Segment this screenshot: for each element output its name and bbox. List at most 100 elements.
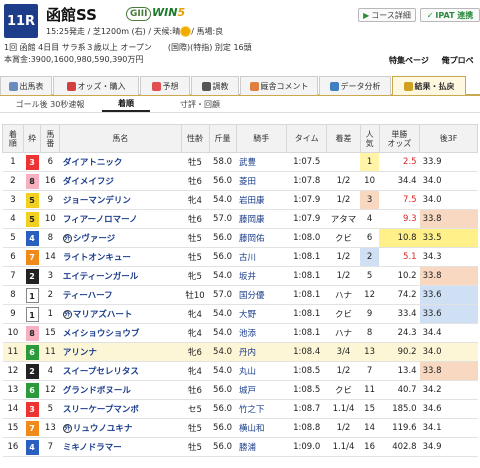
table-row: 8 1 2 ティーハーフ 牡10 57.0 国分優 1:08.1 ハナ 12 74.2 33.6	[2, 285, 478, 305]
waku-badge: 2	[25, 268, 39, 284]
horse-name[interactable]: 外マリアズハート	[59, 304, 182, 324]
horse-name[interactable]: ダイアトニック	[59, 152, 182, 172]
horse-name[interactable]: グランドボヌール	[59, 380, 182, 400]
tab-target[interactable]: 予想	[140, 76, 190, 95]
jockey-name[interactable]: 藤岡康	[236, 209, 287, 229]
waku-cell: 4	[23, 437, 41, 457]
win-odds: 9.3	[379, 209, 420, 229]
table-row: 12 2 4 スイープセレリタス 牝4 54.0 丸山 1:08.5 1/2 7 13.4 33.8	[2, 361, 478, 381]
finish-time: 1:08.0	[286, 228, 327, 248]
jockey-name[interactable]: 菱田	[236, 171, 287, 191]
margin: 1/2	[326, 247, 361, 267]
horse-name[interactable]: フィアーノロマーノ	[59, 209, 182, 229]
waku-cell: 7	[23, 418, 41, 438]
jockey-name[interactable]: 丸山	[236, 361, 287, 381]
column-header: 人気	[359, 124, 380, 153]
jockey-name[interactable]: 横山和	[236, 418, 287, 438]
column-header[interactable]: タイム	[285, 124, 328, 153]
tab-ticket[interactable]: オッズ・購入	[53, 76, 139, 95]
waku-badge: 4	[25, 439, 39, 455]
win-odds: 10.2	[379, 266, 420, 286]
finish-time: 1:09.0	[286, 437, 327, 457]
waku-badge: 3	[25, 154, 39, 170]
oreprope-link[interactable]: 俺プロペ	[442, 56, 474, 65]
tab-stopwatch[interactable]: 調教	[191, 76, 239, 95]
finish-time: 1:08.5	[286, 361, 327, 381]
column-header[interactable]: 単勝 オッズ	[378, 124, 421, 153]
tab-table[interactable]: 出馬表	[0, 76, 52, 95]
finish-position: 13	[2, 380, 24, 400]
ticket-icon	[66, 81, 76, 91]
horse-name[interactable]: 外リュウノユキナ	[59, 418, 182, 438]
column-header: 後3F	[419, 124, 478, 153]
jockey-name[interactable]: 池添	[236, 323, 287, 343]
last-3f: 33.8	[419, 209, 478, 229]
ipat-link-button[interactable]: ✓ IPAT 連携	[420, 8, 480, 22]
comment-icon	[249, 81, 259, 91]
margin: ハナ	[326, 323, 361, 343]
horse-number: 15	[40, 323, 60, 343]
horse-number: 11	[40, 342, 60, 362]
popularity: 12	[360, 285, 380, 305]
horse-name[interactable]: スイープセレリタス	[59, 361, 182, 381]
waku-cell: 7	[23, 247, 41, 267]
horse-name[interactable]: アリンナ	[59, 342, 182, 362]
course-detail-button[interactable]: ▶ コース詳細	[358, 8, 416, 22]
jockey-name[interactable]: 大野	[236, 304, 287, 324]
subtab-30sec[interactable]: ゴール後 30秒速報	[0, 96, 100, 112]
popularity: 7	[360, 361, 380, 381]
popularity: 10	[360, 171, 380, 191]
popularity: 11	[360, 380, 380, 400]
prize-money: 本賞金:3900,1600,980,590,390万円	[4, 55, 144, 64]
waku-badge: 7	[25, 249, 39, 265]
flag-icon: ▶	[363, 10, 370, 20]
subtab-order[interactable]: 着順	[102, 96, 150, 112]
stopwatch-icon	[201, 81, 211, 91]
horse-name[interactable]: ティーハーフ	[59, 285, 182, 305]
waku-badge: 8	[25, 325, 39, 341]
margin: 1.1/4	[326, 437, 361, 457]
win-odds: 7.5	[379, 190, 420, 210]
margin: クビ	[326, 228, 361, 248]
column-header: 枠	[22, 124, 42, 153]
jockey-name[interactable]: 城戸	[236, 380, 287, 400]
horse-name[interactable]: ライトオンキュー	[59, 247, 182, 267]
jockey-name[interactable]: 武豊	[236, 152, 287, 172]
waku-badge: 3	[25, 401, 39, 417]
jockey-name[interactable]: 古川	[236, 247, 287, 267]
jockey-name[interactable]: 丹内	[236, 342, 287, 362]
column-header: 斤量	[208, 124, 237, 153]
jockey-name[interactable]: 坂井	[236, 266, 287, 286]
last-3f: 34.6	[419, 399, 478, 419]
horse-name[interactable]: ミキノドラマー	[59, 437, 182, 457]
jockey-name[interactable]: 岩田康	[236, 190, 287, 210]
finish-position: 15	[2, 418, 24, 438]
finish-position: 9	[2, 304, 24, 324]
horse-name[interactable]: ジョーマンデリン	[59, 190, 182, 210]
race-name: 函館SS	[46, 6, 97, 24]
jockey-name[interactable]: 勝浦	[236, 437, 287, 457]
column-header[interactable]: 馬名	[59, 124, 182, 153]
horse-name[interactable]: 外シヴァージ	[59, 228, 182, 248]
popularity: 6	[360, 228, 380, 248]
horse-name[interactable]: メイショウショウブ	[59, 323, 182, 343]
jockey-name[interactable]: 国分優	[236, 285, 287, 305]
horse-name[interactable]: エイティーンガール	[59, 266, 182, 286]
horse-number: 5	[40, 399, 60, 419]
horse-name[interactable]: ダイメイフジ	[59, 171, 182, 191]
weight: 57.0	[209, 209, 237, 229]
feature-link[interactable]: 特集ページ	[389, 56, 429, 65]
tab-chart[interactable]: データ分析	[319, 76, 391, 95]
weight: 56.0	[209, 247, 237, 267]
tab-comment[interactable]: 厩舎コメント	[240, 76, 318, 95]
subtab-review[interactable]: 寸評・回顧	[160, 96, 240, 112]
race-header: 11R 函館SS GIII WIN5 15:25発走 / 芝1200m (右) …	[0, 0, 480, 42]
horse-name[interactable]: スリーケープマンボ	[59, 399, 182, 419]
last-3f: 34.2	[419, 380, 478, 400]
tab-coins[interactable]: 結果・払戻	[392, 76, 466, 95]
margin: 1/2	[326, 361, 361, 381]
jockey-name[interactable]: 藤岡佑	[236, 228, 287, 248]
jockey-name[interactable]: 竹之下	[236, 399, 287, 419]
last-3f: 34.9	[419, 437, 478, 457]
weight: 54.0	[209, 304, 237, 324]
